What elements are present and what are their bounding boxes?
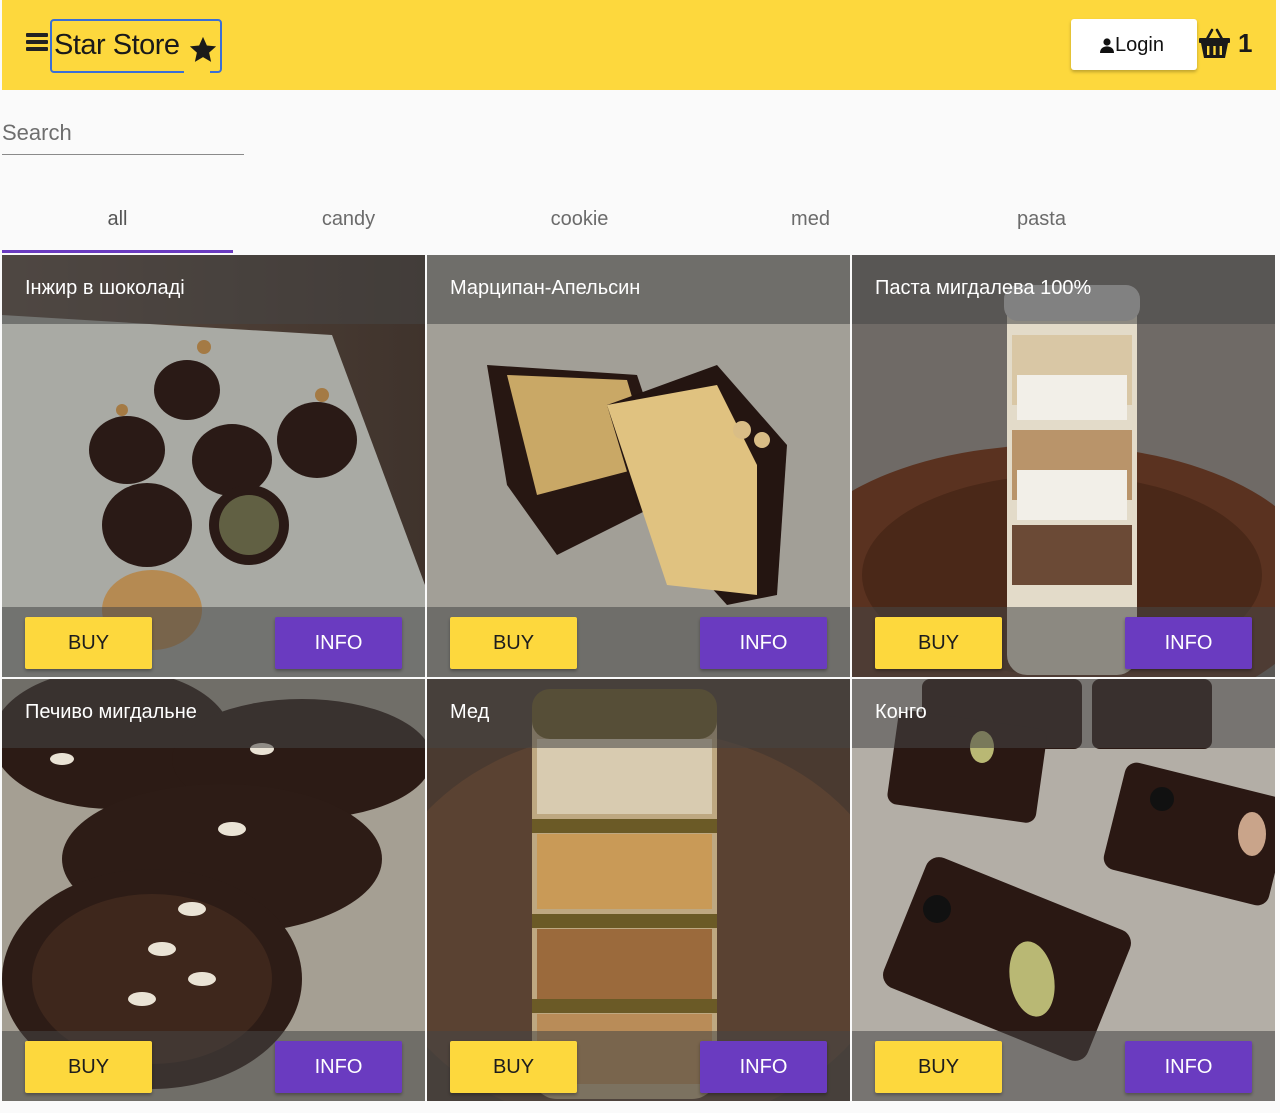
product-title: Паста мигдалева 100%: [875, 277, 1092, 299]
buy-button[interactable]: BUY: [450, 1041, 577, 1093]
cart-button[interactable]: 1: [1198, 27, 1258, 63]
basket-icon: [1199, 28, 1230, 58]
buy-button[interactable]: BUY: [875, 1041, 1002, 1093]
product-card[interactable]: Марципан-Апельсин BUY INFO: [427, 255, 850, 677]
buy-button[interactable]: BUY: [25, 1041, 152, 1093]
user-icon: [1100, 38, 1114, 53]
card-title-bar: Марципан-Апельсин: [427, 255, 850, 324]
card-action-bar: BUY INFO: [852, 1031, 1275, 1101]
category-tabs: all candy cookie med pasta: [2, 186, 1157, 253]
card-title-bar: Печиво мигдальне: [2, 679, 425, 748]
tab-cookie[interactable]: cookie: [464, 186, 695, 253]
star-icon: [189, 36, 217, 62]
product-card[interactable]: Паста мигдалева 100% BUY INFO: [852, 255, 1275, 677]
menu-icon[interactable]: [26, 31, 48, 53]
buy-button[interactable]: BUY: [875, 617, 1002, 669]
search-input[interactable]: [2, 112, 244, 154]
store-logo[interactable]: Star Store: [50, 19, 222, 75]
card-action-bar: BUY INFO: [427, 1031, 850, 1101]
card-title-bar: Паста мигдалева 100%: [852, 255, 1275, 324]
product-title: Інжир в шоколаді: [25, 277, 185, 299]
info-button[interactable]: INFO: [700, 617, 827, 669]
product-card[interactable]: Мед BUY INFO: [427, 679, 850, 1101]
product-card[interactable]: Інжир в шоколаді BUY INFO: [2, 255, 425, 677]
product-title: Марципан-Апельсин: [450, 277, 641, 299]
product-title: Мед: [450, 701, 490, 723]
tab-all[interactable]: all: [2, 186, 233, 253]
card-action-bar: BUY INFO: [427, 607, 850, 677]
info-button[interactable]: INFO: [1125, 1041, 1252, 1093]
logo-notch: [184, 69, 210, 75]
card-title-bar: Конго: [852, 679, 1275, 748]
tab-pasta[interactable]: pasta: [926, 186, 1157, 253]
product-title: Конго: [875, 701, 927, 723]
buy-button[interactable]: BUY: [25, 617, 152, 669]
login-label: Login: [1115, 34, 1164, 56]
info-button[interactable]: INFO: [1125, 617, 1252, 669]
card-title-bar: Мед: [427, 679, 850, 748]
logo-text: Star Store: [54, 29, 180, 61]
card-action-bar: BUY INFO: [852, 607, 1275, 677]
buy-button[interactable]: BUY: [450, 617, 577, 669]
info-button[interactable]: INFO: [700, 1041, 827, 1093]
product-title: Печиво мигдальне: [25, 701, 197, 723]
tab-candy[interactable]: candy: [233, 186, 464, 253]
product-card[interactable]: Конго BUY INFO: [852, 679, 1275, 1101]
search-field[interactable]: [2, 112, 244, 155]
product-grid: Інжир в шоколаді BUY INFO Марципан-Апель…: [2, 255, 1276, 1103]
tab-med[interactable]: med: [695, 186, 926, 253]
card-action-bar: BUY INFO: [2, 607, 425, 677]
info-button[interactable]: INFO: [275, 1041, 402, 1093]
card-action-bar: BUY INFO: [2, 1031, 425, 1101]
card-title-bar: Інжир в шоколаді: [2, 255, 425, 324]
cart-count: 1: [1238, 28, 1253, 58]
info-button[interactable]: INFO: [275, 617, 402, 669]
app-header: Star Store Login 1: [2, 0, 1276, 90]
login-button[interactable]: Login: [1071, 19, 1197, 70]
product-card[interactable]: Печиво мигдальне BUY INFO: [2, 679, 425, 1101]
